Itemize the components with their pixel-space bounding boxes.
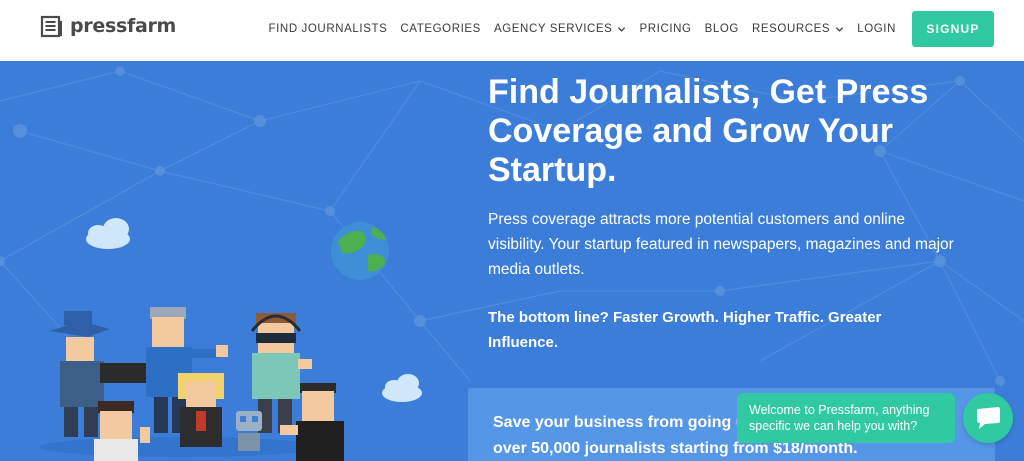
brand-logo[interactable]: pressfarm [40,14,176,38]
nav-agency-services-label: AGENCY SERVICES [493,23,613,35]
nav-resources[interactable]: RESOURCES [752,11,844,47]
nav-pricing-label: PRICING [639,23,692,35]
nav-resources-label: RESOURCES [751,23,831,35]
brand-name: pressfarm [70,15,177,37]
top-navbar: pressfarm FIND JOURNALISTS CATEGORIES AG… [0,0,1024,61]
hero-bottom-line: The bottom line? Faster Growth. Higher T… [488,309,882,351]
hero-section: Find Journalists, Get Press Coverage and… [0,61,1024,461]
globe-icon [331,222,389,280]
chevron-down-icon [836,26,844,32]
nav-login-label: LOGIN [857,23,896,35]
nav-categories-label: CATEGORIES [400,23,481,35]
nav-pricing[interactable]: PRICING [639,11,691,47]
hero-headline: Find Journalists, Get Press Coverage and… [488,73,929,189]
nav-find-journalists-label: FIND JOURNALISTS [268,23,388,35]
hero-description: Press coverage attracts more potential c… [488,211,954,278]
nav-agency-services[interactable]: AGENCY SERVICES [494,11,627,47]
chevron-down-icon [618,26,626,32]
chat-launcher-button[interactable] [963,393,1013,443]
cloud-icon [86,218,130,249]
robot-figure [236,411,262,451]
chat-welcome-bubble[interactable]: Welcome to Pressfarm, anything specific … [737,393,955,443]
chat-icon [977,407,1000,429]
journalists-illustration [40,218,422,461]
main-menu: FIND JOURNALISTS CATEGORIES AGENCY SERVI… [256,11,994,47]
nav-blog[interactable]: BLOG [705,11,739,47]
nav-categories[interactable]: CATEGORIES [400,11,481,47]
nav-login[interactable]: LOGIN [857,11,896,47]
signup-button[interactable]: SIGNUP [912,11,994,47]
reporter-figure [178,373,224,447]
nav-blog-label: BLOG [704,23,739,35]
newspaper-icon [40,15,62,38]
cloud-icon [382,374,422,402]
nav-find-journalists[interactable]: FIND JOURNALISTS [269,11,388,47]
